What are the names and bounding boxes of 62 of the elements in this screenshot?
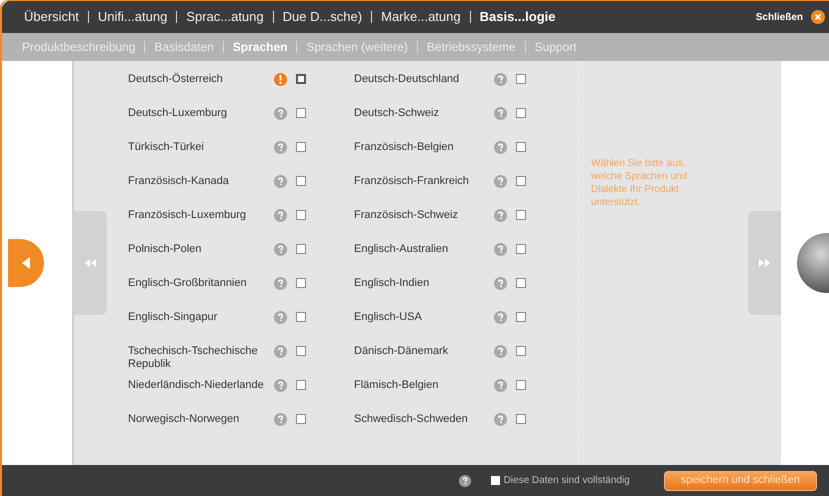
language-label: Norwegisch-Norwegen (128, 413, 240, 426)
language-label: Englisch-Großbritannien (128, 277, 248, 290)
language-checkbox[interactable] (516, 312, 526, 322)
language-checkbox[interactable] (296, 346, 306, 356)
help-icon[interactable] (458, 474, 471, 486)
language-checkbox[interactable] (516, 414, 526, 424)
language-label: Französisch-Luxemburg (128, 209, 247, 222)
top-tab[interactable]: Marke...atung (381, 7, 461, 27)
close-link[interactable]: Schließen (756, 10, 803, 24)
language-label: Deutsch-Schweiz (354, 107, 440, 120)
language-checkbox[interactable] (516, 244, 526, 254)
complete-checkbox[interactable] (490, 476, 500, 485)
language-checkbox[interactable] (296, 414, 306, 424)
next-button-icon[interactable] (795, 233, 829, 293)
language-checkbox[interactable] (516, 74, 526, 84)
language-checkbox[interactable] (516, 380, 526, 390)
language-checkbox[interactable] (296, 210, 306, 220)
language-checkbox[interactable] (516, 278, 526, 288)
language-label: Deutsch-Deutschland (354, 73, 460, 86)
language-label: Französisch-Schweiz (354, 209, 459, 222)
language-checkbox[interactable] (296, 74, 306, 84)
top-tab[interactable]: Basis...logie (480, 7, 556, 27)
language-label: Tschechisch-Tschechische Republik (128, 345, 259, 371)
language-checkbox[interactable] (516, 176, 526, 186)
language-checkbox[interactable] (296, 108, 306, 118)
language-checkbox[interactable] (296, 244, 306, 254)
language-label: Schwedisch-Schweden (354, 413, 469, 426)
language-checkbox[interactable] (296, 176, 306, 186)
language-label: Dänisch-Dänemark (354, 345, 450, 358)
language-checkbox[interactable] (296, 380, 306, 390)
language-checkbox[interactable] (296, 278, 306, 288)
language-label: Französisch-Frankreich (354, 175, 470, 188)
language-label: Niederländisch-Niederlande (128, 379, 265, 392)
language-checkbox[interactable] (516, 108, 526, 118)
language-label: Englisch-Singapur (128, 311, 218, 324)
previous-button[interactable] (8, 239, 44, 287)
language-label: Englisch-Australien (354, 243, 450, 256)
hint-text: Wählen Sie bitte aus, welche Sprachen und Dialekte Ihr Produkt unterstützt. (591, 157, 688, 209)
language-label: Polnisch-Polen (128, 243, 202, 256)
top-tab[interactable]: Übersicht (24, 7, 79, 27)
language-label: Deutsch-Österreich (128, 73, 224, 86)
language-label: Flämisch-Belgien (354, 379, 440, 392)
language-checkbox[interactable] (296, 142, 306, 152)
double-left-icon (84, 259, 96, 267)
language-checkbox[interactable] (516, 142, 526, 152)
close-icon[interactable] (811, 10, 825, 24)
top-tab[interactable]: Due D...sche) (282, 7, 362, 27)
double-right-icon (758, 259, 770, 267)
language-label: Deutsch-Luxemburg (128, 107, 228, 120)
alert-icon (274, 73, 287, 86)
top-tab[interactable]: Sprac...atung (186, 7, 264, 27)
language-checkbox[interactable] (296, 312, 306, 322)
left-triangle-icon (22, 257, 30, 269)
language-label: Englisch-USA (354, 311, 423, 324)
complete-label: Diese Daten sind vollständig (504, 474, 630, 488)
language-checkbox[interactable] (516, 346, 526, 356)
language-checkbox[interactable] (516, 210, 526, 220)
top-tab[interactable]: Unifi...atung (98, 7, 168, 27)
language-label: Französisch-Kanada (128, 175, 230, 188)
language-label: Türkisch-Türkei (128, 141, 205, 154)
language-label: Englisch-Indien (354, 277, 430, 290)
language-label: Französisch-Belgien (354, 141, 455, 154)
